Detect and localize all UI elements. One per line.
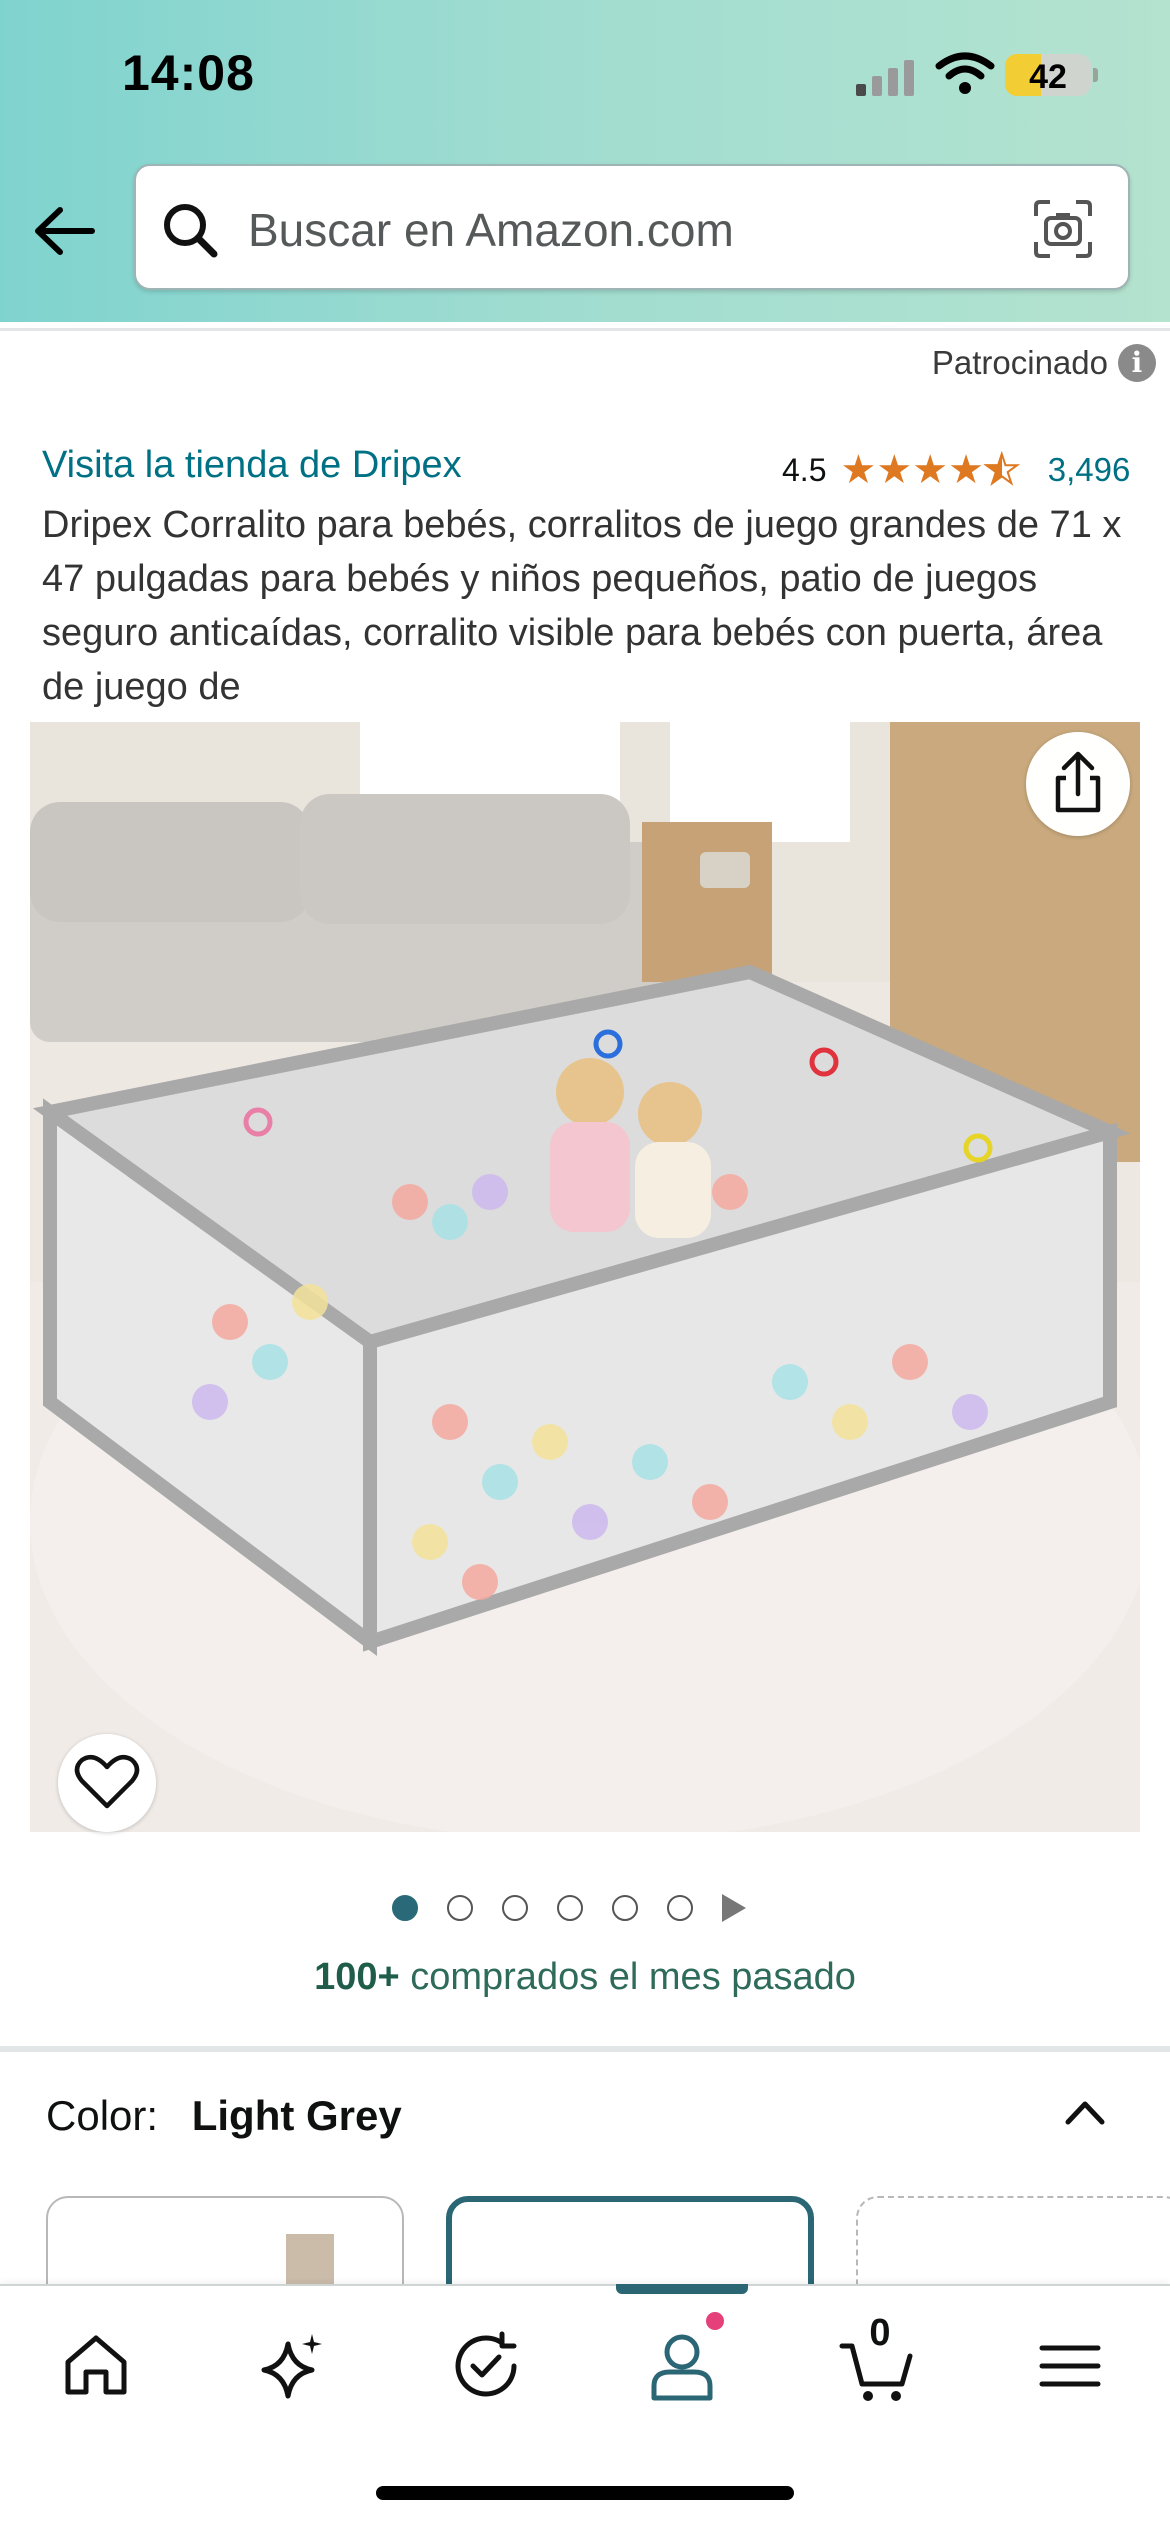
star-icon: ★ — [948, 448, 984, 492]
menu-icon[interactable] — [1030, 2326, 1110, 2406]
product-title: Dripex Corralito para bebés, corralitos … — [42, 504, 1122, 708]
bought-count: 100+ — [314, 1956, 400, 1998]
wishlist-heart-icon[interactable] — [58, 1734, 156, 1832]
cart-count: 0 — [869, 2312, 891, 2354]
star-icon: ★ — [840, 448, 877, 492]
page-dot[interactable] — [612, 1895, 638, 1921]
half-star-icon: ★ — [983, 448, 1021, 492]
swatch-thumbnail — [286, 2234, 334, 2294]
active-tab-indicator — [616, 2284, 748, 2294]
account-icon[interactable] — [642, 2326, 722, 2406]
visit-store-link[interactable]: Visita la tienda de Dripex — [42, 444, 462, 487]
back-arrow-icon[interactable] — [30, 196, 100, 266]
star-icon: ★ — [876, 448, 913, 492]
color-selector-header[interactable]: Color: Light Grey — [46, 2092, 402, 2140]
search-bar[interactable] — [134, 164, 1130, 290]
page-dot[interactable] — [502, 1895, 528, 1921]
sponsored-label[interactable]: Patrocinado i — [932, 344, 1156, 382]
wifi-icon — [935, 52, 995, 94]
product-image[interactable] — [30, 722, 1140, 1832]
color-label: Color: — [46, 2092, 159, 2139]
divider — [0, 328, 1170, 331]
battery-cap — [1093, 68, 1098, 82]
color-value: Light Grey — [191, 2092, 402, 2139]
info-icon[interactable]: i — [1118, 344, 1156, 382]
search-input[interactable] — [246, 194, 1010, 266]
image-pagination[interactable] — [392, 1894, 746, 1922]
play-next-icon[interactable] — [722, 1894, 746, 1922]
orders-icon[interactable] — [446, 2326, 526, 2406]
page-dot[interactable] — [667, 1895, 693, 1921]
review-count-link[interactable]: 3,496 — [1048, 451, 1131, 489]
status-time: 14:08 — [122, 45, 255, 101]
battery-indicator: 42 — [1005, 54, 1091, 96]
bought-last-month: 100+ comprados el mes pasado — [0, 1956, 1170, 1999]
star-rating: ★ ★ ★ ★ ★ — [840, 448, 1021, 492]
rating-summary[interactable]: 4.5 ★ ★ ★ ★ ★ 3,496 — [782, 448, 1131, 492]
sparkle-icon[interactable] — [250, 2326, 330, 2406]
home-icon[interactable] — [56, 2326, 136, 2406]
notification-dot — [706, 2312, 724, 2330]
bought-text: comprados el mes pasado — [410, 1956, 856, 1998]
cellular-signal-icon — [856, 56, 916, 96]
rating-value: 4.5 — [782, 451, 827, 488]
page-dot-active[interactable] — [392, 1895, 418, 1921]
battery-level: 42 — [1029, 58, 1067, 96]
page-dot[interactable] — [557, 1895, 583, 1921]
camera-search-icon[interactable] — [1032, 198, 1094, 260]
share-icon[interactable] — [1026, 732, 1130, 836]
section-divider — [0, 2046, 1170, 2052]
chevron-up-icon[interactable] — [1060, 2088, 1110, 2138]
sponsored-text: Patrocinado — [931, 344, 1108, 381]
header: 14:08 42 — [0, 0, 1170, 322]
search-icon — [164, 204, 218, 258]
page-dot[interactable] — [447, 1895, 473, 1921]
playpen-illustration — [30, 722, 1140, 1832]
star-icon: ★ — [912, 448, 949, 492]
home-indicator[interactable] — [376, 2486, 794, 2500]
